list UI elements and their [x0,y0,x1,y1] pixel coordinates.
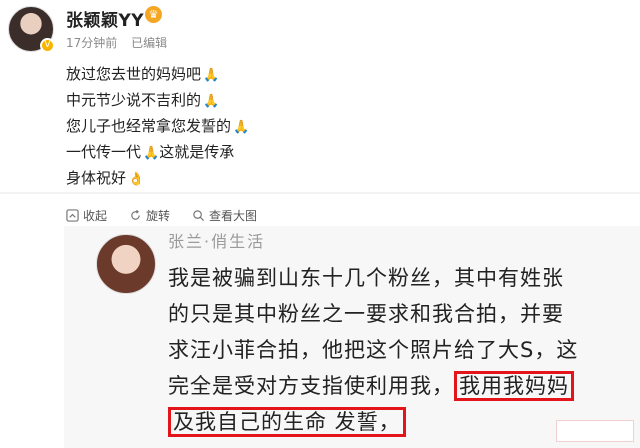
image-line: 求汪小菲合拍，他把这个照片给了大S，这 [168,338,579,362]
divider [0,192,640,194]
edited-label[interactable]: 已编辑 [131,36,167,50]
post-meta: 17分钟前 已编辑 [66,34,177,51]
image-line: 我是被骗到山东十几个粉丝，其中有姓张 [168,266,564,290]
collapse-button[interactable]: 收起 [66,206,107,224]
pray-icon: 🙏 [203,94,220,109]
rotate-icon [131,209,140,220]
highlight-box: 我用我妈妈 [454,371,574,401]
image-line: 完全是受对方支指使利用我， 我用我妈妈 [168,368,638,404]
post-line: 身体祝好 👌 [66,166,586,192]
image-username: 张兰·俏生活 [168,232,266,251]
post-line: 您儿子也经常拿您发誓的 🙏 [66,114,586,140]
pray-icon: 🙏 [143,146,160,161]
image-line: 的只是其中粉丝之一要求和我合拍，并要 [168,302,564,326]
post-time: 17分钟前 [66,36,118,50]
post-line: 一代传一代 🙏这就是传承 [66,140,586,166]
image-text: 我是被骗到山东十几个粉丝，其中有姓张 的只是其中粉丝之一要求和我合拍，并要 求汪… [168,260,638,440]
collapse-icon [66,208,79,222]
username[interactable]: 张颖颖YY [66,6,144,31]
view-large-button[interactable]: 查看大图 [192,206,257,224]
rotate-button[interactable]: 旋转 [129,206,170,224]
post-line: 中元节少说不吉利的 🙏 [66,88,586,114]
post-line: 放过您去世的妈妈吧 🙏 [66,62,586,88]
ok-hand-icon: 👌 [128,172,145,187]
pray-icon: 🙏 [233,120,250,135]
verified-badge-icon: V [40,38,55,53]
highlight-box: 及我自己的生命 发誓， [168,407,406,437]
crown-icon[interactable]: ♛ [145,6,162,23]
zoom-icon [193,209,205,221]
pray-icon: 🙏 [203,68,220,83]
watermark [556,420,634,442]
image-action-bar: 收起 旋转 查看大图 [66,206,257,224]
image-avatar [96,234,156,294]
weibo-post: V 张颖颖YY ♛ 17分钟前 已编辑 放过您去世的妈妈吧 🙏 中元节少说不吉利的… [0,0,640,192]
post-image[interactable]: 张兰·俏生活 我是被骗到山东十几个粉丝，其中有姓张 的只是其中粉丝之一要求和我合… [64,226,640,448]
post-content: 放过您去世的妈妈吧 🙏 中元节少说不吉利的 🙏 您儿子也经常拿您发誓的 🙏 一代传一代… [66,62,586,192]
